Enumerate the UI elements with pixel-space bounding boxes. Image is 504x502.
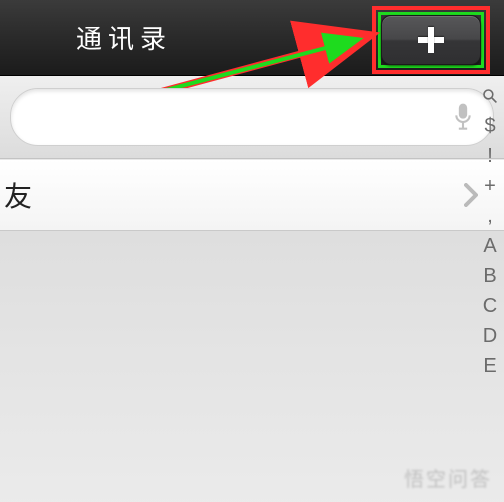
index-search-icon[interactable] [482,84,498,108]
index-item[interactable]: , [487,204,493,228]
list-item-label: 友 [4,175,462,215]
search-input[interactable] [31,106,453,129]
search-section [0,76,504,159]
list-item[interactable]: 友 [0,159,504,231]
watermark: 悟空问答 [404,463,492,492]
index-item[interactable]: A [483,234,496,258]
microphone-icon[interactable] [453,102,473,132]
index-item[interactable]: C [483,294,497,318]
chevron-right-icon [462,181,480,209]
search-box[interactable] [10,88,494,146]
plus-icon [418,27,444,53]
index-item[interactable]: E [483,354,496,378]
index-item[interactable]: + [484,174,496,198]
header-bar: 通讯录 [0,0,504,76]
contact-list: 友 [0,159,504,231]
empty-area [0,231,504,502]
alpha-index[interactable]: $ ! + , A B C D E [482,84,498,378]
index-item[interactable]: D [483,324,497,348]
annotation-highlight-inner [378,12,484,68]
annotation-highlight-box [372,6,490,74]
add-button[interactable] [381,15,481,65]
index-item[interactable]: $ [484,114,495,138]
index-item[interactable]: ! [487,144,493,168]
page-title: 通讯录 [76,19,172,56]
index-item[interactable]: B [483,264,496,288]
